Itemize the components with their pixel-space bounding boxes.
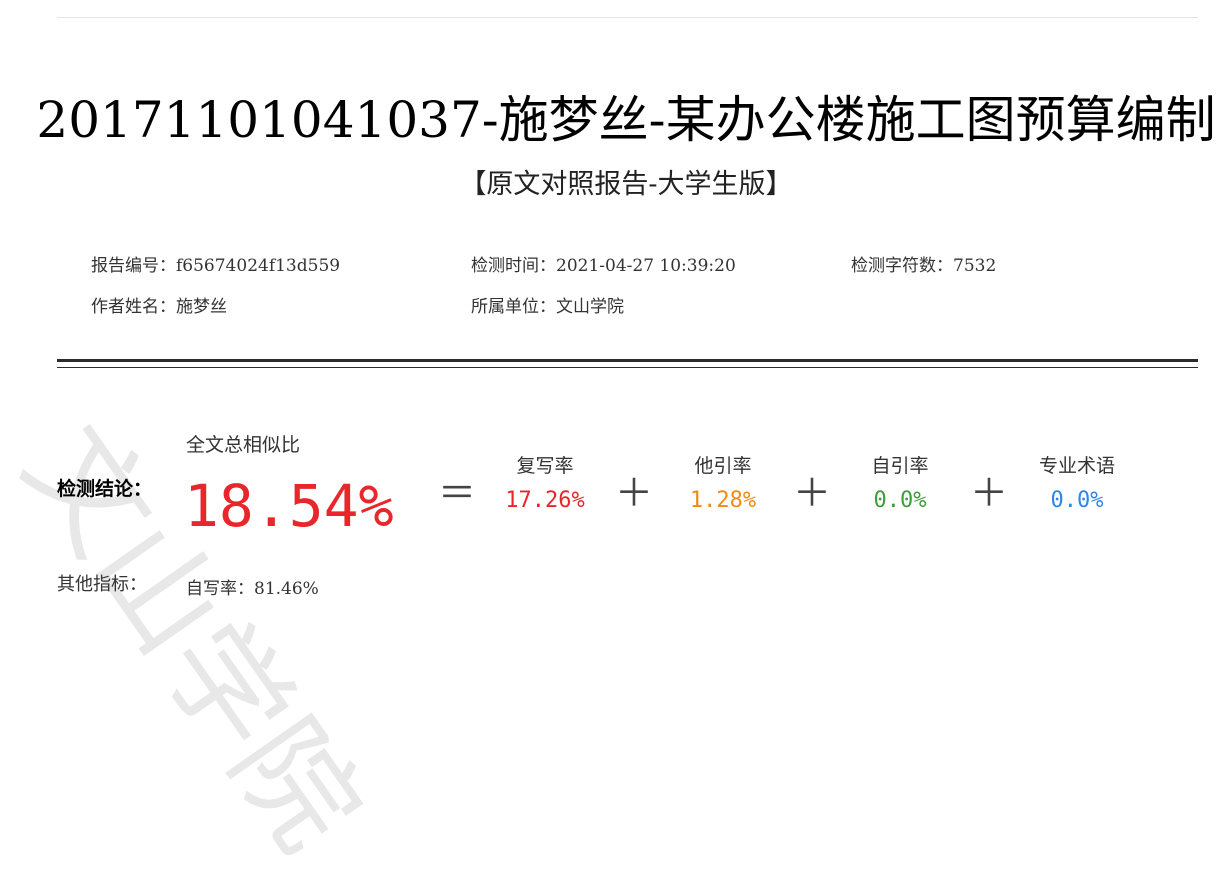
metric-rewrite-value: 17.26% [505, 488, 585, 513]
check-time-value: 2021-04-27 10:39:20 [556, 256, 736, 276]
institution-label: 所属单位： [471, 297, 556, 317]
metric-rewrite-label: 复写率 [516, 455, 574, 477]
other-indicators-label: 其他指标： [57, 574, 147, 595]
report-subtitle: 【原文对照报告-大学生版】 [459, 169, 793, 200]
top-divider [57, 17, 1198, 18]
total-similarity-value: 18.54% [184, 472, 394, 540]
check-time: 检测时间：2021-04-27 10:39:20 [471, 251, 736, 276]
metric-terminology-value: 0.0% [1050, 488, 1104, 513]
metric-other-cite-value: 1.28% [689, 488, 757, 513]
report-title: 20171101041037-施梦丝-某办公楼施工图预算编制 [36, 91, 1216, 149]
self-write-rate-label: 自写率： [186, 579, 254, 599]
report-id-label: 报告编号： [91, 256, 176, 276]
self-write-rate: 自写率：81.46% [186, 574, 319, 599]
metric-self-cite-value: 0.0% [873, 488, 927, 513]
metric-other-cite-label: 他引率 [694, 455, 752, 477]
section-divider-thin [57, 367, 1198, 368]
self-write-rate-value: 81.46% [254, 579, 319, 599]
conclusion-label: 检测结论： [57, 478, 153, 500]
check-time-label: 检测时间： [471, 256, 556, 276]
char-count-value: 7532 [953, 256, 997, 276]
metric-terminology-label: 专业术语 [1038, 455, 1115, 477]
plus-sign-1: ＋ [615, 471, 654, 515]
institution-value: 文山学院 [556, 297, 624, 317]
metric-self-cite: 自引率 0.0% [840, 451, 960, 513]
total-similarity-label: 全文总相似比 [186, 434, 301, 456]
char-count-label: 检测字符数： [851, 256, 953, 276]
plus-sign-2: ＋ [793, 471, 832, 515]
char-count: 检测字符数：7532 [851, 251, 996, 276]
metric-other-cite: 他引率 1.28% [663, 451, 783, 513]
author-label: 作者姓名： [91, 297, 176, 317]
equals-sign: ＝ [438, 471, 477, 515]
section-divider-thick [57, 359, 1198, 362]
watermark: 文山学院 [0, 401, 387, 875]
author-value: 施梦丝 [176, 297, 227, 317]
metric-terminology: 专业术语 0.0% [1017, 451, 1137, 513]
report-id: 报告编号：f65674024f13d559 [91, 251, 340, 276]
plus-sign-3: ＋ [970, 471, 1009, 515]
report-id-value: f65674024f13d559 [176, 256, 341, 276]
metric-self-cite-label: 自引率 [871, 455, 929, 477]
institution: 所属单位：文山学院 [471, 292, 624, 317]
metric-rewrite: 复写率 17.26% [485, 451, 605, 513]
author: 作者姓名：施梦丝 [91, 292, 227, 317]
